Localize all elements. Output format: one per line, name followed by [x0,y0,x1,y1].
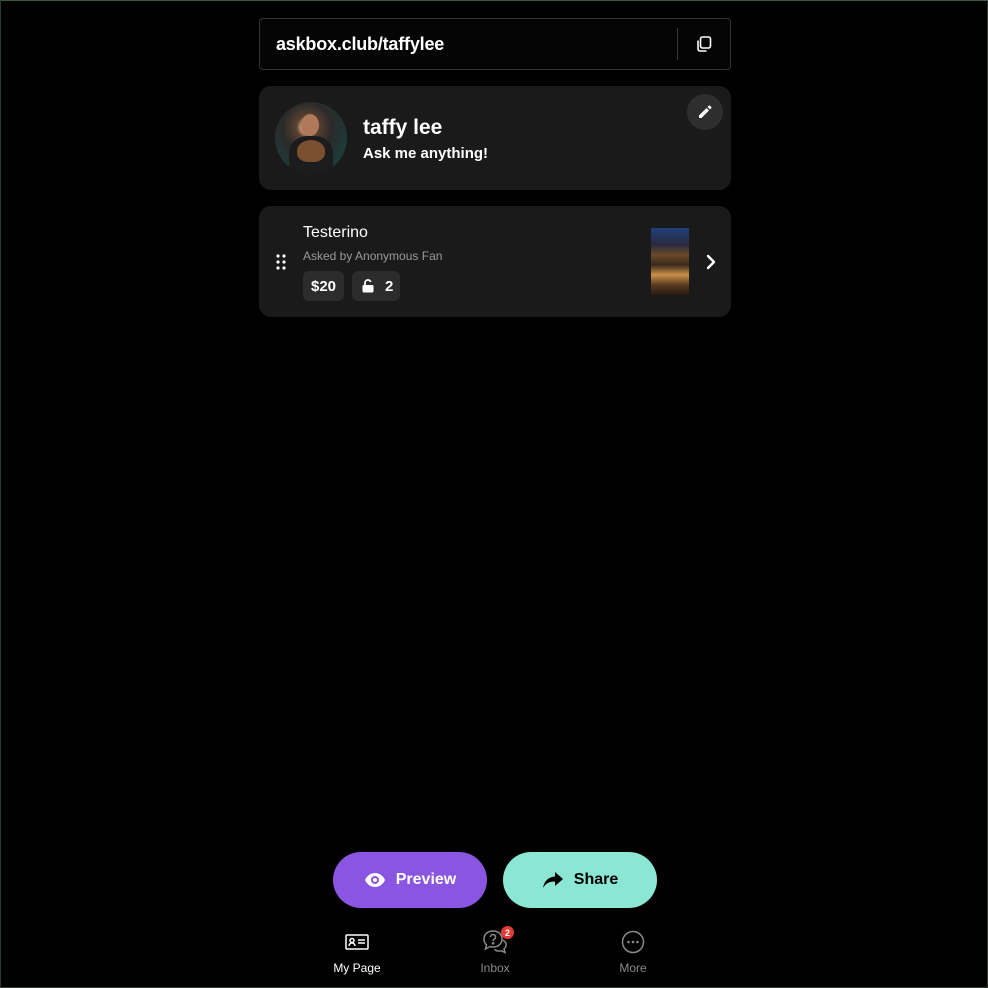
profile-name: taffy lee [363,116,443,139]
inbox-badge: 2 [501,926,514,939]
eye-icon [364,873,385,887]
nav-my-page-label: My Page [333,961,381,975]
question-asker: Asked by Anonymous Fan [303,249,443,263]
more-icon [621,930,645,954]
chevron-right-icon[interactable] [705,253,717,271]
share-arrow-icon [542,872,563,888]
preview-label: Preview [395,871,457,888]
price-value: $20 [310,277,337,295]
pencil-icon [699,105,712,118]
question-title: Testerino [303,224,368,241]
question-card[interactable]: Testerino Asked by Anonymous Fan $20 2 [259,206,731,317]
unlock-count-badge: 2 [352,271,400,301]
share-button[interactable]: Share [503,852,657,908]
nav-inbox-label: Inbox [480,961,510,975]
copy-url-button[interactable] [678,18,730,70]
nav-more[interactable]: More [588,929,678,979]
price-badge: $20 [303,271,344,301]
app-frame: askbox.club/taffylee taffy lee Ask me an… [0,0,988,988]
profile-card: taffy lee Ask me anything! [259,86,731,190]
nav-more-label: More [619,961,647,975]
nav-my-page[interactable]: My Page [312,929,402,979]
unlock-icon [362,279,374,293]
share-url-text: askbox.club/taffylee [276,33,445,54]
profile-card-icon [345,934,369,950]
preview-button[interactable]: Preview [333,852,487,908]
edit-profile-button[interactable] [687,94,723,130]
drag-handle-icon[interactable] [275,253,287,271]
unlock-count: 2 [385,277,394,295]
copy-icon [697,36,712,52]
share-label: Share [573,871,619,888]
share-url-bar: askbox.club/taffylee [259,18,731,70]
nav-inbox[interactable]: 2 Inbox [450,926,540,979]
answer-video-thumbnail [651,228,689,295]
profile-tagline: Ask me anything! [363,145,489,162]
avatar [275,102,347,174]
